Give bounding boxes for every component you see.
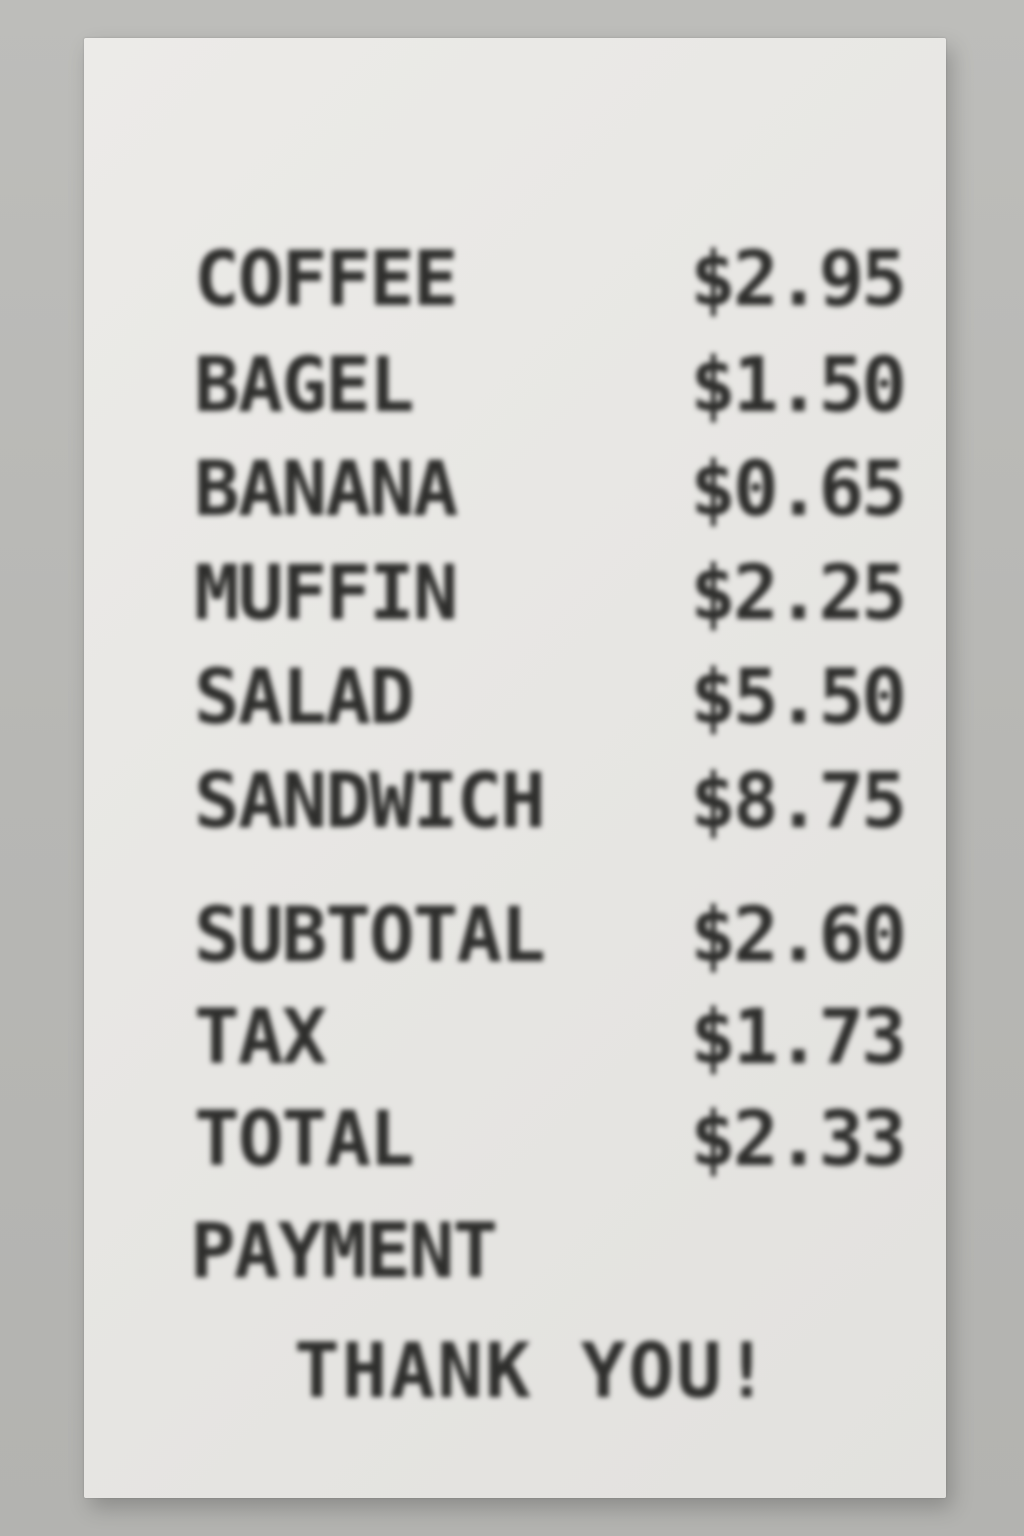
item-row-bagel: BAGEL $1.50: [194, 340, 907, 430]
item-name: SANDWICH: [194, 756, 546, 845]
item-row-salad: SALAD $5.50: [194, 652, 907, 742]
thank-you-footer: THANK YOU!: [294, 1326, 772, 1415]
receipt-paper: COFFEE $2.95 BAGEL $1.50 BANANA $0.65 MU…: [84, 38, 946, 1498]
item-name: SALAD: [194, 652, 415, 741]
item-name: BANANA: [194, 444, 459, 533]
item-name: COFFEE: [194, 234, 459, 323]
item-price: $2.25: [690, 548, 907, 637]
payment-label: PAYMENT: [190, 1206, 498, 1295]
tax-row: TAX $1.73: [194, 992, 907, 1082]
total-row: TOTAL $2.33: [194, 1094, 907, 1184]
subtotal-label: SUBTOTAL: [194, 890, 546, 979]
item-price: $2.95: [690, 234, 907, 323]
item-row-sandwich: SANDWICH $8.75: [194, 756, 907, 846]
item-price: $5.50: [690, 652, 907, 741]
item-price: $8.75: [690, 756, 907, 845]
item-row-banana: BANANA $0.65: [194, 444, 907, 534]
total-amount: $2.33: [690, 1094, 907, 1183]
item-row-coffee: COFFEE $2.95: [194, 234, 907, 324]
item-row-muffin: MUFFIN $2.25: [194, 548, 907, 638]
item-name: MUFFIN: [194, 548, 459, 637]
total-label: TOTAL: [194, 1094, 415, 1183]
subtotal-row: SUBTOTAL $2.60: [194, 890, 907, 980]
item-price: $1.50: [690, 340, 907, 429]
tax-label: TAX: [194, 992, 327, 1081]
subtotal-amount: $2.60: [690, 890, 907, 979]
tax-amount: $1.73: [690, 992, 907, 1081]
item-name: BAGEL: [194, 340, 415, 429]
item-price: $0.65: [690, 444, 907, 533]
